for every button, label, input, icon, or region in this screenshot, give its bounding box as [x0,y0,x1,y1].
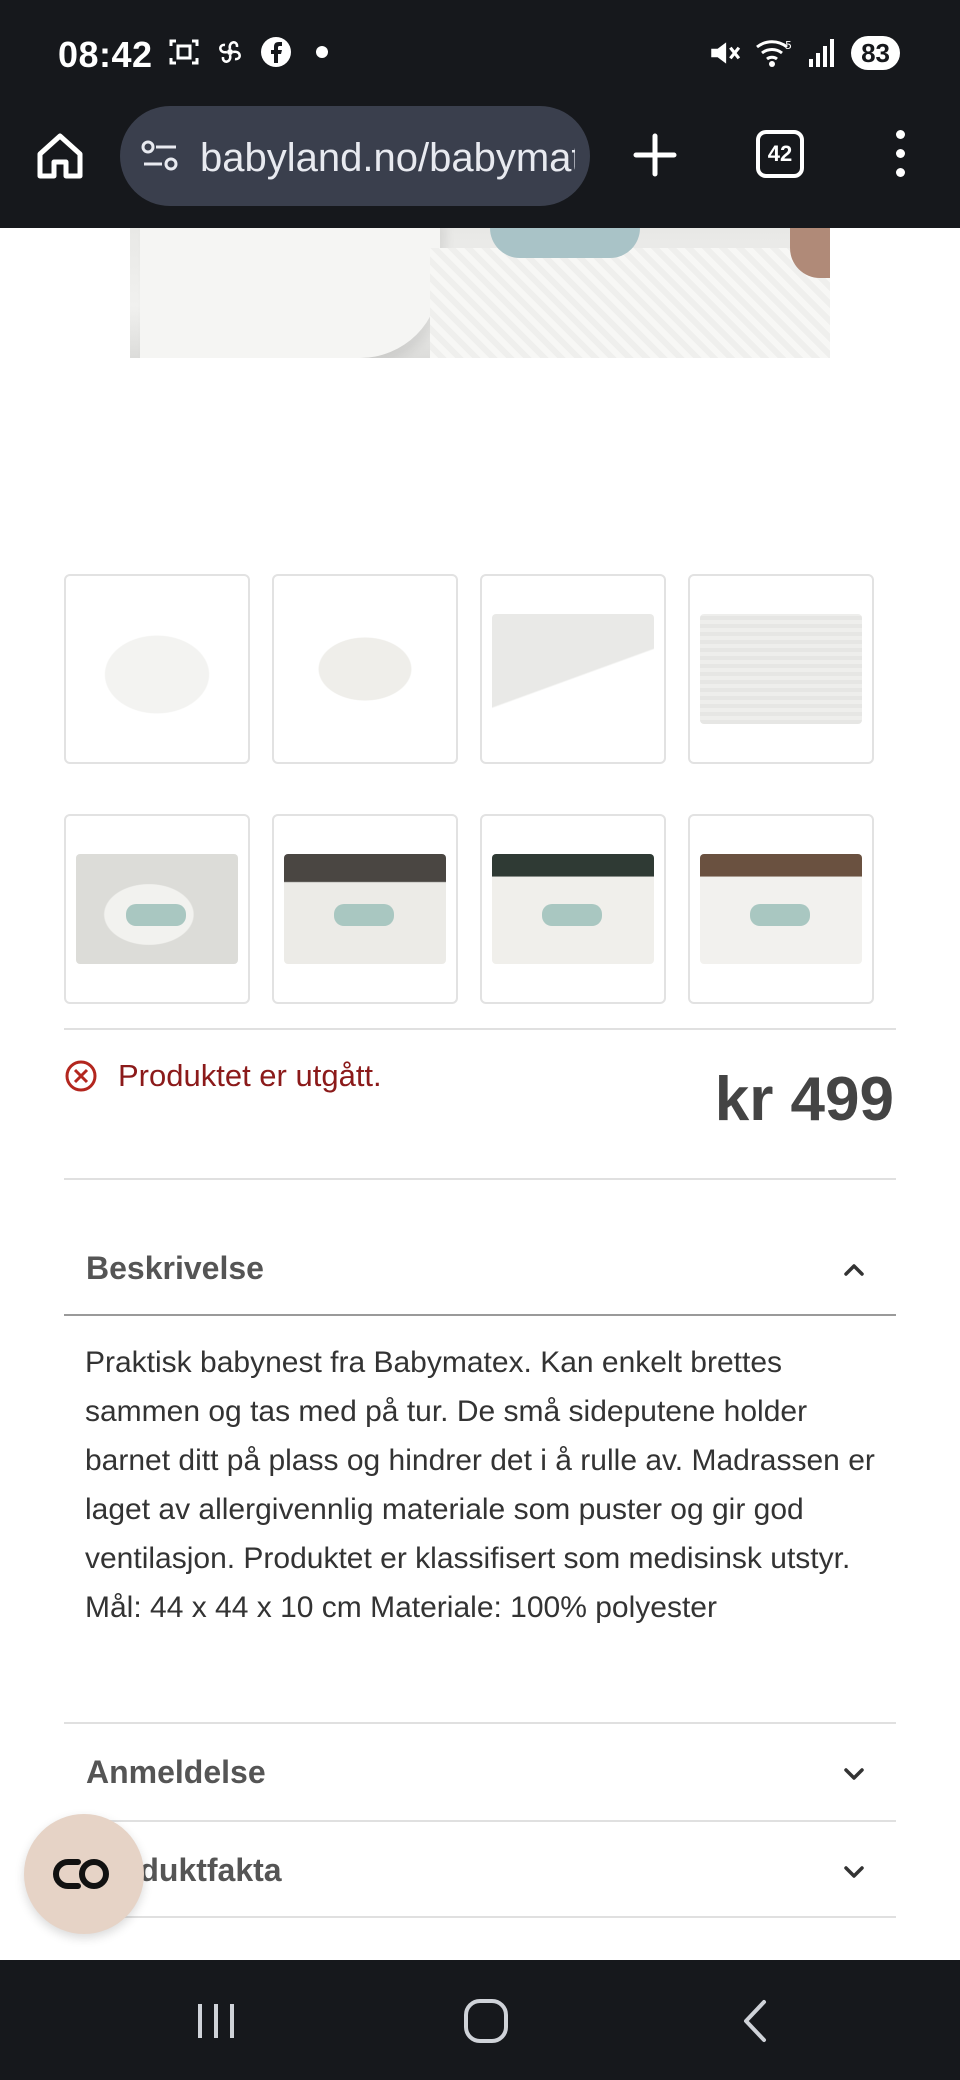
dot-icon [316,46,328,58]
divider [64,1314,896,1316]
home-icon[interactable] [34,130,86,182]
back-nav-icon[interactable] [726,1996,786,2046]
fan-icon [219,41,241,63]
chevron-down-icon[interactable] [840,1858,868,1886]
home-nav-icon[interactable] [456,1996,516,2046]
svg-text:5: 5 [785,39,792,52]
tab-switcher-button[interactable]: 42 [756,130,804,178]
status-bar: 08:42 5 83 [0,0,960,104]
status-text: Produktet er utgått. [118,1058,382,1093]
site-settings-icon[interactable] [140,138,180,174]
accordion-facts-header[interactable]: Produktfakta [64,1822,896,1918]
divider [64,1916,896,1918]
mute-icon [711,42,741,64]
thumbnail-3[interactable] [480,574,666,764]
chevron-down-icon[interactable] [840,1760,868,1788]
availability-status: Produktet er utgått. [64,1058,382,1094]
thumbnail-2[interactable] [272,574,458,764]
thumbnail-7[interactable] [480,814,666,1004]
browser-toolbar: babyland.no/babymatex 42 [0,104,960,228]
accordion-review-header[interactable]: Anmeldelse [64,1724,896,1820]
new-tab-icon[interactable] [630,130,680,180]
divider [64,1178,896,1180]
chevron-up-icon[interactable] [840,1256,868,1284]
accordion-review-title: Anmeldelse [86,1754,266,1790]
divider [64,1028,896,1030]
description-text: Praktisk babynest fra Babymatex. Kan enk… [85,1346,875,1624]
chat-logo-icon [53,1859,109,1889]
accordion-description-title: Beskrivelse [86,1250,264,1286]
thumbnail-4[interactable] [688,574,874,764]
more-menu-icon[interactable] [890,130,910,182]
thumbnail-1[interactable] [64,574,250,764]
chat-widget-button[interactable] [24,1814,144,1934]
screenshot-icon [169,39,199,65]
error-circle-icon [65,1060,97,1092]
clock: 08:42 [58,34,153,75]
thumbnail-5[interactable] [64,814,250,1004]
battery-indicator: 83 [851,36,900,70]
system-nav-bar [0,1960,960,2080]
thumbnail-8[interactable] [688,814,874,1004]
wifi-icon: 5 [756,39,792,67]
recent-apps-icon[interactable] [186,1996,246,2046]
accordion-description-header[interactable]: Beskrivelse [64,1220,896,1316]
notification-icons [168,36,328,68]
product-main-image[interactable] [130,228,830,358]
facebook-icon [261,37,291,67]
system-icons: 5 83 [707,36,900,70]
address-bar[interactable]: babyland.no/babymatex [120,106,590,206]
price: kr 499 [714,1065,894,1134]
signal-icon [809,39,835,67]
url-text[interactable]: babyland.no/babymatex [200,136,575,181]
thumbnail-6[interactable] [272,814,458,1004]
